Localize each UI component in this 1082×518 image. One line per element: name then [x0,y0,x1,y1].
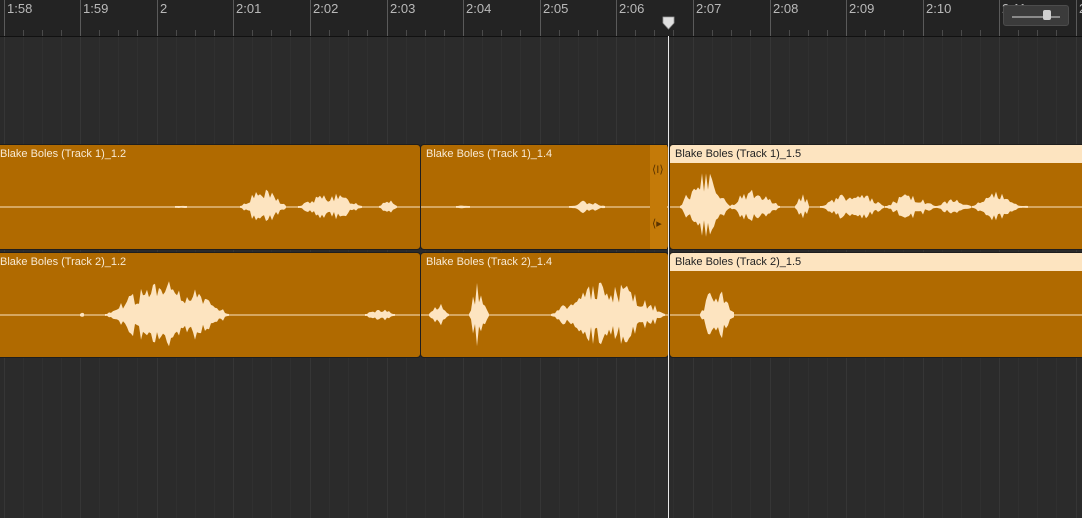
ruler-minor-tick [942,30,943,36]
waveform [421,282,668,347]
ruler-minor-tick [348,30,349,36]
region-name: Blake Boles (Track 1)_1.5 [670,145,1082,163]
region-track2-1-2[interactable]: Blake Boles (Track 2)_1.2 [0,252,421,358]
ruler-minor-tick [635,30,636,36]
region-name: Blake Boles (Track 1)_1.2 [0,148,127,160]
ruler-minor-tick [252,30,253,36]
region-name: Blake Boles (Track 2)_1.4 [426,256,553,268]
ruler-time-label: 2:10 [926,1,952,16]
ruler-major-tick [463,0,464,36]
ruler-major-tick [770,0,771,36]
zoom-slider-track [1012,16,1060,18]
ruler-minor-tick [673,30,674,36]
ruler-minor-tick [520,30,521,36]
ruler-major-tick [80,0,81,36]
region-track2-1-4[interactable]: Blake Boles (Track 2)_1.4 [420,252,669,358]
ruler-minor-tick [118,30,119,36]
ruler-time-label: 2:02 [313,1,339,16]
ruler-major-tick [999,0,1000,36]
ruler-major-tick [540,0,541,36]
waveform [670,173,1082,237]
region-name: Blake Boles (Track 1)_1.4 [426,148,553,160]
ruler-minor-tick [654,30,655,36]
ruler-time-label: 2:06 [619,1,645,16]
ruler-minor-tick [827,30,828,36]
ruler-major-tick [846,0,847,36]
ruler-time-label: 2:09 [849,1,875,16]
ruler-major-tick [923,0,924,36]
ruler-time-label: 1:58 [7,1,33,16]
region-trim-handle[interactable]: ⟨I⟩ ⟨▸ [650,145,667,249]
ruler-minor-tick [42,30,43,36]
region-name: Blake Boles (Track 2)_1.5 [670,253,1082,271]
ruler-time-label: 2:04 [466,1,492,16]
ruler-minor-tick [290,30,291,36]
ruler-minor-tick [750,30,751,36]
waveform [0,189,420,221]
ruler-minor-tick [482,30,483,36]
waveform [0,281,420,347]
ruler-minor-tick [903,30,904,36]
trim-cursor-icon: ⟨I⟩ [652,164,664,176]
ruler-minor-tick [789,30,790,36]
ruler-minor-tick [23,30,24,36]
ruler-minor-tick [1056,30,1057,36]
region-track2-1-5[interactable]: Blake Boles (Track 2)_1.5 [669,252,1082,358]
ruler-time-label: 2:05 [543,1,569,16]
zoom-slider[interactable] [1003,5,1069,26]
ruler-minor-tick [214,30,215,36]
ruler-minor-tick [712,30,713,36]
ruler-minor-tick [444,30,445,36]
ruler-minor-tick [808,30,809,36]
region-name: Blake Boles (Track 2)_1.2 [0,256,127,268]
ruler-minor-tick [195,30,196,36]
ruler-minor-tick [271,30,272,36]
ruler-major-tick [693,0,694,36]
ruler-minor-tick [501,30,502,36]
ruler-minor-tick [406,30,407,36]
ruler-major-tick [310,0,311,36]
ruler-minor-tick [367,30,368,36]
ruler-minor-tick [884,30,885,36]
ruler-minor-tick [99,30,100,36]
ruler-minor-tick [425,30,426,36]
ruler-time-label: 2:03 [390,1,416,16]
timeline-ruler[interactable]: 1:58 1:59 2 2:01 2:02 2:03 2:04 2:05 2:06 2:07 2:0… [0,0,1082,37]
waveform [421,200,668,214]
ruler-major-tick [1076,0,1077,36]
waveform [670,291,1082,339]
ruler-minor-tick [1037,30,1038,36]
ruler-time-label: 2:07 [696,1,722,16]
region-track1-1-2[interactable]: Blake Boles (Track 1)_1.2 [0,144,421,250]
ruler-minor-tick [597,30,598,36]
ruler-minor-tick [578,30,579,36]
ruler-minor-tick [865,30,866,36]
ruler-time-label: 2 [160,1,168,16]
playhead-line[interactable] [668,36,669,518]
ruler-minor-tick [329,30,330,36]
ruler-major-tick [4,0,5,36]
ruler-major-tick [616,0,617,36]
ruler-major-tick [233,0,234,36]
ruler-time-label: 1:59 [83,1,109,16]
ruler-major-tick [387,0,388,36]
zoom-slider-thumb[interactable] [1042,10,1051,20]
ruler-time-label: 2:08 [773,1,799,16]
region-track1-1-4[interactable]: Blake Boles (Track 1)_1.4 [420,144,669,250]
ruler-minor-tick [961,30,962,36]
ruler-minor-tick [731,30,732,36]
ruler-time-label: 2:01 [236,1,262,16]
ruler-minor-tick [176,30,177,36]
ruler-minor-tick [61,30,62,36]
ruler-major-tick [157,0,158,36]
ruler-minor-tick [980,30,981,36]
ruler-minor-tick [137,30,138,36]
ruler-minor-tick [1018,30,1019,36]
playhead-marker-icon[interactable] [662,16,675,30]
ruler-minor-tick [559,30,560,36]
trim-arrow-icon: ⟨▸ [652,218,662,230]
region-track1-1-5[interactable]: Blake Boles (Track 1)_1.5 [669,144,1082,250]
